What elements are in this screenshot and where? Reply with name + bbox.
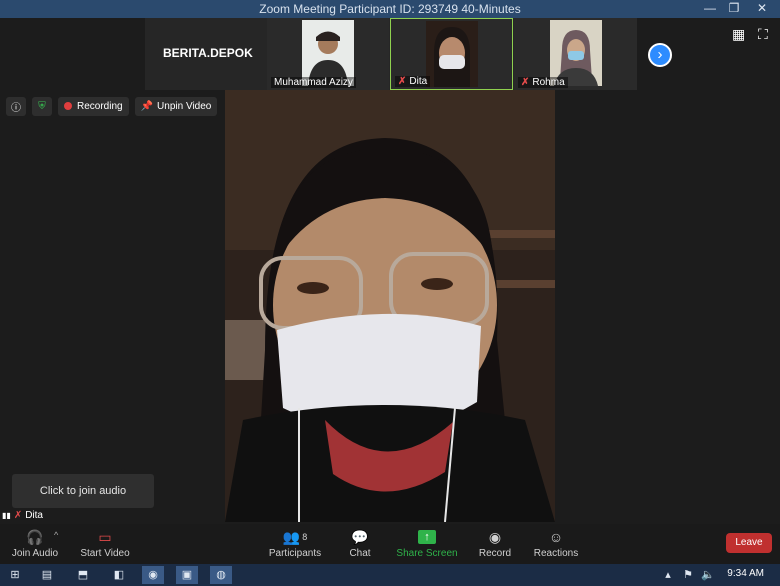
close-button[interactable]: ✕ [748,0,776,18]
file-explorer-icon[interactable]: ▤ [36,566,58,584]
window-title: Zoom Meeting Participant ID: 293749 40-M… [259,2,521,16]
participant-avatar [425,21,478,87]
unpin-video-button[interactable]: 📌 Unpin Video [134,96,218,116]
share-screen-button[interactable]: ↑ Share Screen [392,526,462,559]
info-icon[interactable]: ⓘ [6,96,26,116]
mic-muted-icon: ✗ [13,510,23,521]
participant-name: ✗ Rohma [518,77,568,88]
record-icon: ◉ [488,528,502,545]
video-off-icon: ▭ [98,528,112,545]
speaker-video-frame [225,90,555,522]
self-view-label: ▮▮ ✗ Dita [2,510,43,521]
app-icon[interactable]: ⬒ [72,566,94,584]
next-page-button[interactable]: › [648,43,672,67]
gallery-view-icon[interactable]: ▦ [732,26,745,43]
flag-icon[interactable]: ⚑ [680,566,696,584]
leave-button[interactable]: Leave [726,533,772,553]
self-name: Dita [25,510,43,521]
mic-muted-icon: ✗ [398,76,407,87]
recording-indicator[interactable]: Recording [58,96,129,116]
participant-strip: BERITA.DEPOK Muhammad Azizy ✗ Dita ✗ Rohma [145,18,637,90]
start-icon[interactable]: ⊞ [4,566,26,584]
participant-name: Muhammad Azizy [271,77,356,88]
taskbar-clock[interactable]: 9:34 AM [727,568,764,579]
pin-icon: 📌 [140,100,154,112]
recording-dot-icon [64,102,72,110]
participant-tile-rohma[interactable]: ✗ Rohma [514,18,637,90]
headphones-icon: 🎧 [26,528,44,545]
restore-button[interactable]: ❐ [720,0,748,18]
start-video-button[interactable]: ▭ Start Video [70,526,140,560]
channel-label: BERITA.DEPOK [163,46,253,60]
reactions-icon: ☺ [548,529,564,545]
chat-icon: 💬 [351,528,369,545]
meeting-toolbar: 🎧 Join Audio ^ ▭ Start Video 👥 8 Particip… [0,524,780,564]
os-taskbar: ⊞ ▤ ⬒ ◧ ◉ ▣ ◍ ▴ ⚑ 🔈 9:34 AM [0,564,780,586]
participants-button[interactable]: 👥 8 Participants [260,526,330,560]
signal-strength-icon: ▮▮ [2,511,11,520]
app-icon[interactable]: ◧ [108,566,130,584]
reactions-button[interactable]: ☺ Reactions [521,526,591,559]
window-titlebar: Zoom Meeting Participant ID: 293749 40-M… [0,0,780,18]
participant-name: ✗ Dita [395,76,431,87]
unpin-label: Unpin Video [157,100,212,112]
meeting-info-row: ⓘ ⛨ Recording 📌 Unpin Video [6,96,218,116]
participant-tile-dita[interactable]: ✗ Dita [390,18,513,90]
main-video [225,90,555,522]
participant-tile-muhammad[interactable]: Muhammad Azizy [267,18,389,90]
zoom-taskbar-icon[interactable]: ▣ [176,566,198,584]
participants-icon: 👥 8 [282,528,308,545]
channel-tile[interactable]: BERITA.DEPOK [145,18,267,90]
tray-chevron-icon[interactable]: ▴ [660,566,676,584]
record-button[interactable]: ◉ Record [460,526,530,560]
share-screen-icon: ↑ [392,526,462,548]
chat-button[interactable]: 💬 Chat [325,526,395,560]
recording-label: Recording [77,100,123,112]
shield-icon[interactable]: ⛨ [32,96,52,116]
app-icon[interactable]: ◍ [210,566,232,584]
firefox-icon[interactable]: ◉ [142,566,164,584]
audio-options-chevron-icon[interactable]: ^ [54,530,58,540]
mic-muted-icon: ✗ [521,77,530,88]
fullscreen-icon[interactable]: ⛶ [758,26,768,43]
join-audio-button[interactable]: 🎧 Join Audio [0,526,70,560]
volume-icon[interactable]: 🔈 [700,566,716,584]
join-audio-tooltip[interactable]: Click to join audio [12,474,154,508]
